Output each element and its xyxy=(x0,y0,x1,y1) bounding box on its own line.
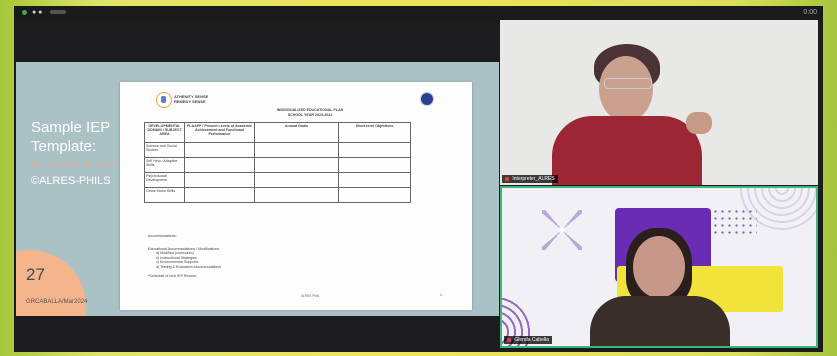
meeting-timer: 0:00 xyxy=(803,9,817,16)
glasses-icon xyxy=(604,78,652,89)
window-dots: ● ● xyxy=(31,9,43,16)
participant-name-tag: Glenda Cabella xyxy=(504,336,552,344)
participant-body xyxy=(590,296,730,346)
meeting-top-bar: ● ● 0:00 xyxy=(14,6,823,20)
table-cell: Self Help / Adaptive Skills xyxy=(144,157,185,173)
table-cell: Psychosocial Development xyxy=(144,172,185,188)
table-header: DEVELOPMENTAL DOMAIN / SUBJECT AREA xyxy=(144,122,185,143)
iep-document: ATHENITY SENSE REMEDY SENSE INDIVIDUALIZ… xyxy=(120,82,472,310)
table-row: Self Help / Adaptive Skills xyxy=(144,157,411,173)
document-address: ALRES Phils xyxy=(300,294,320,298)
table-row: Gross Motor Skills xyxy=(144,187,411,203)
active-speaker-video-tile[interactable]: Glenda Cabella xyxy=(500,186,818,348)
table-cell: Gross Motor Skills xyxy=(144,187,185,203)
slide-credit: ©ALRES-PHILS xyxy=(31,175,111,187)
sparkle-icon xyxy=(542,210,582,250)
participant-name: Interpreter_ALRES xyxy=(512,176,555,182)
participant-face xyxy=(599,56,653,122)
document-subtitle: SCHOOL YEAR 2023-2024 xyxy=(287,113,333,117)
accommodations-label: Accommodations: xyxy=(148,234,177,238)
table-header: PLAAFP / Present Levels of Academic Achi… xyxy=(184,122,255,143)
shared-screen-slide: Sample IEP Template: ©ALRES-PHILS 27 GRC… xyxy=(16,62,499,316)
slide-footer: GRCABALLA/Mar2024 xyxy=(26,299,88,305)
recording-indicator xyxy=(50,10,67,15)
participant-video-tile[interactable]: Interpreter_ALRES xyxy=(500,20,818,185)
document-title: INDIVIDUALIZED EDUCATIONAL PLAN SCHOOL Y… xyxy=(260,108,360,118)
document-org: ATHENITY SENSE REMEDY SENSE xyxy=(174,94,208,104)
connection-status-icon xyxy=(22,9,27,15)
participant-body xyxy=(552,116,702,185)
table-row: Science and Social Studies xyxy=(144,142,411,158)
participant-name-tag: Interpreter_ALRES xyxy=(502,175,558,183)
iep-table: DEVELOPMENTAL DOMAIN / SUBJECT AREA PLAA… xyxy=(144,122,411,203)
school-logo-icon xyxy=(156,92,172,108)
schedule-label: *Schedule of next IEP Review: xyxy=(148,274,197,278)
modifications-list: Educational Accommodations / Modificatio… xyxy=(148,247,221,269)
table-header-row: DEVELOPMENTAL DOMAIN / SUBJECT AREA PLAA… xyxy=(144,122,411,143)
list-item: d) Testing & Evaluation Accommodations xyxy=(156,264,222,269)
table-header: Short-term Objectives xyxy=(338,122,411,143)
deped-seal-icon xyxy=(420,92,434,106)
document-page-number: 1 xyxy=(440,293,442,297)
participant-name: Glenda Cabella xyxy=(514,337,549,343)
slide-page-number: 27 xyxy=(26,265,45,284)
table-header: Annual Goals xyxy=(254,122,339,143)
participant-hand xyxy=(686,112,712,134)
meeting-window: ● ● 0:00 Sample IEP Template: ©ALRES-PHI… xyxy=(14,6,823,352)
muted-mic-icon xyxy=(507,337,511,342)
muted-mic-icon xyxy=(505,176,509,181)
org-line-2: REMEDY SENSE xyxy=(174,99,206,104)
table-row: Psychosocial Development xyxy=(144,172,411,188)
participant-face xyxy=(633,236,685,298)
table-cell: Science and Social Studies xyxy=(144,142,185,158)
slide-title: Sample IEP Template: xyxy=(31,119,110,155)
decorative-dots xyxy=(32,163,116,166)
